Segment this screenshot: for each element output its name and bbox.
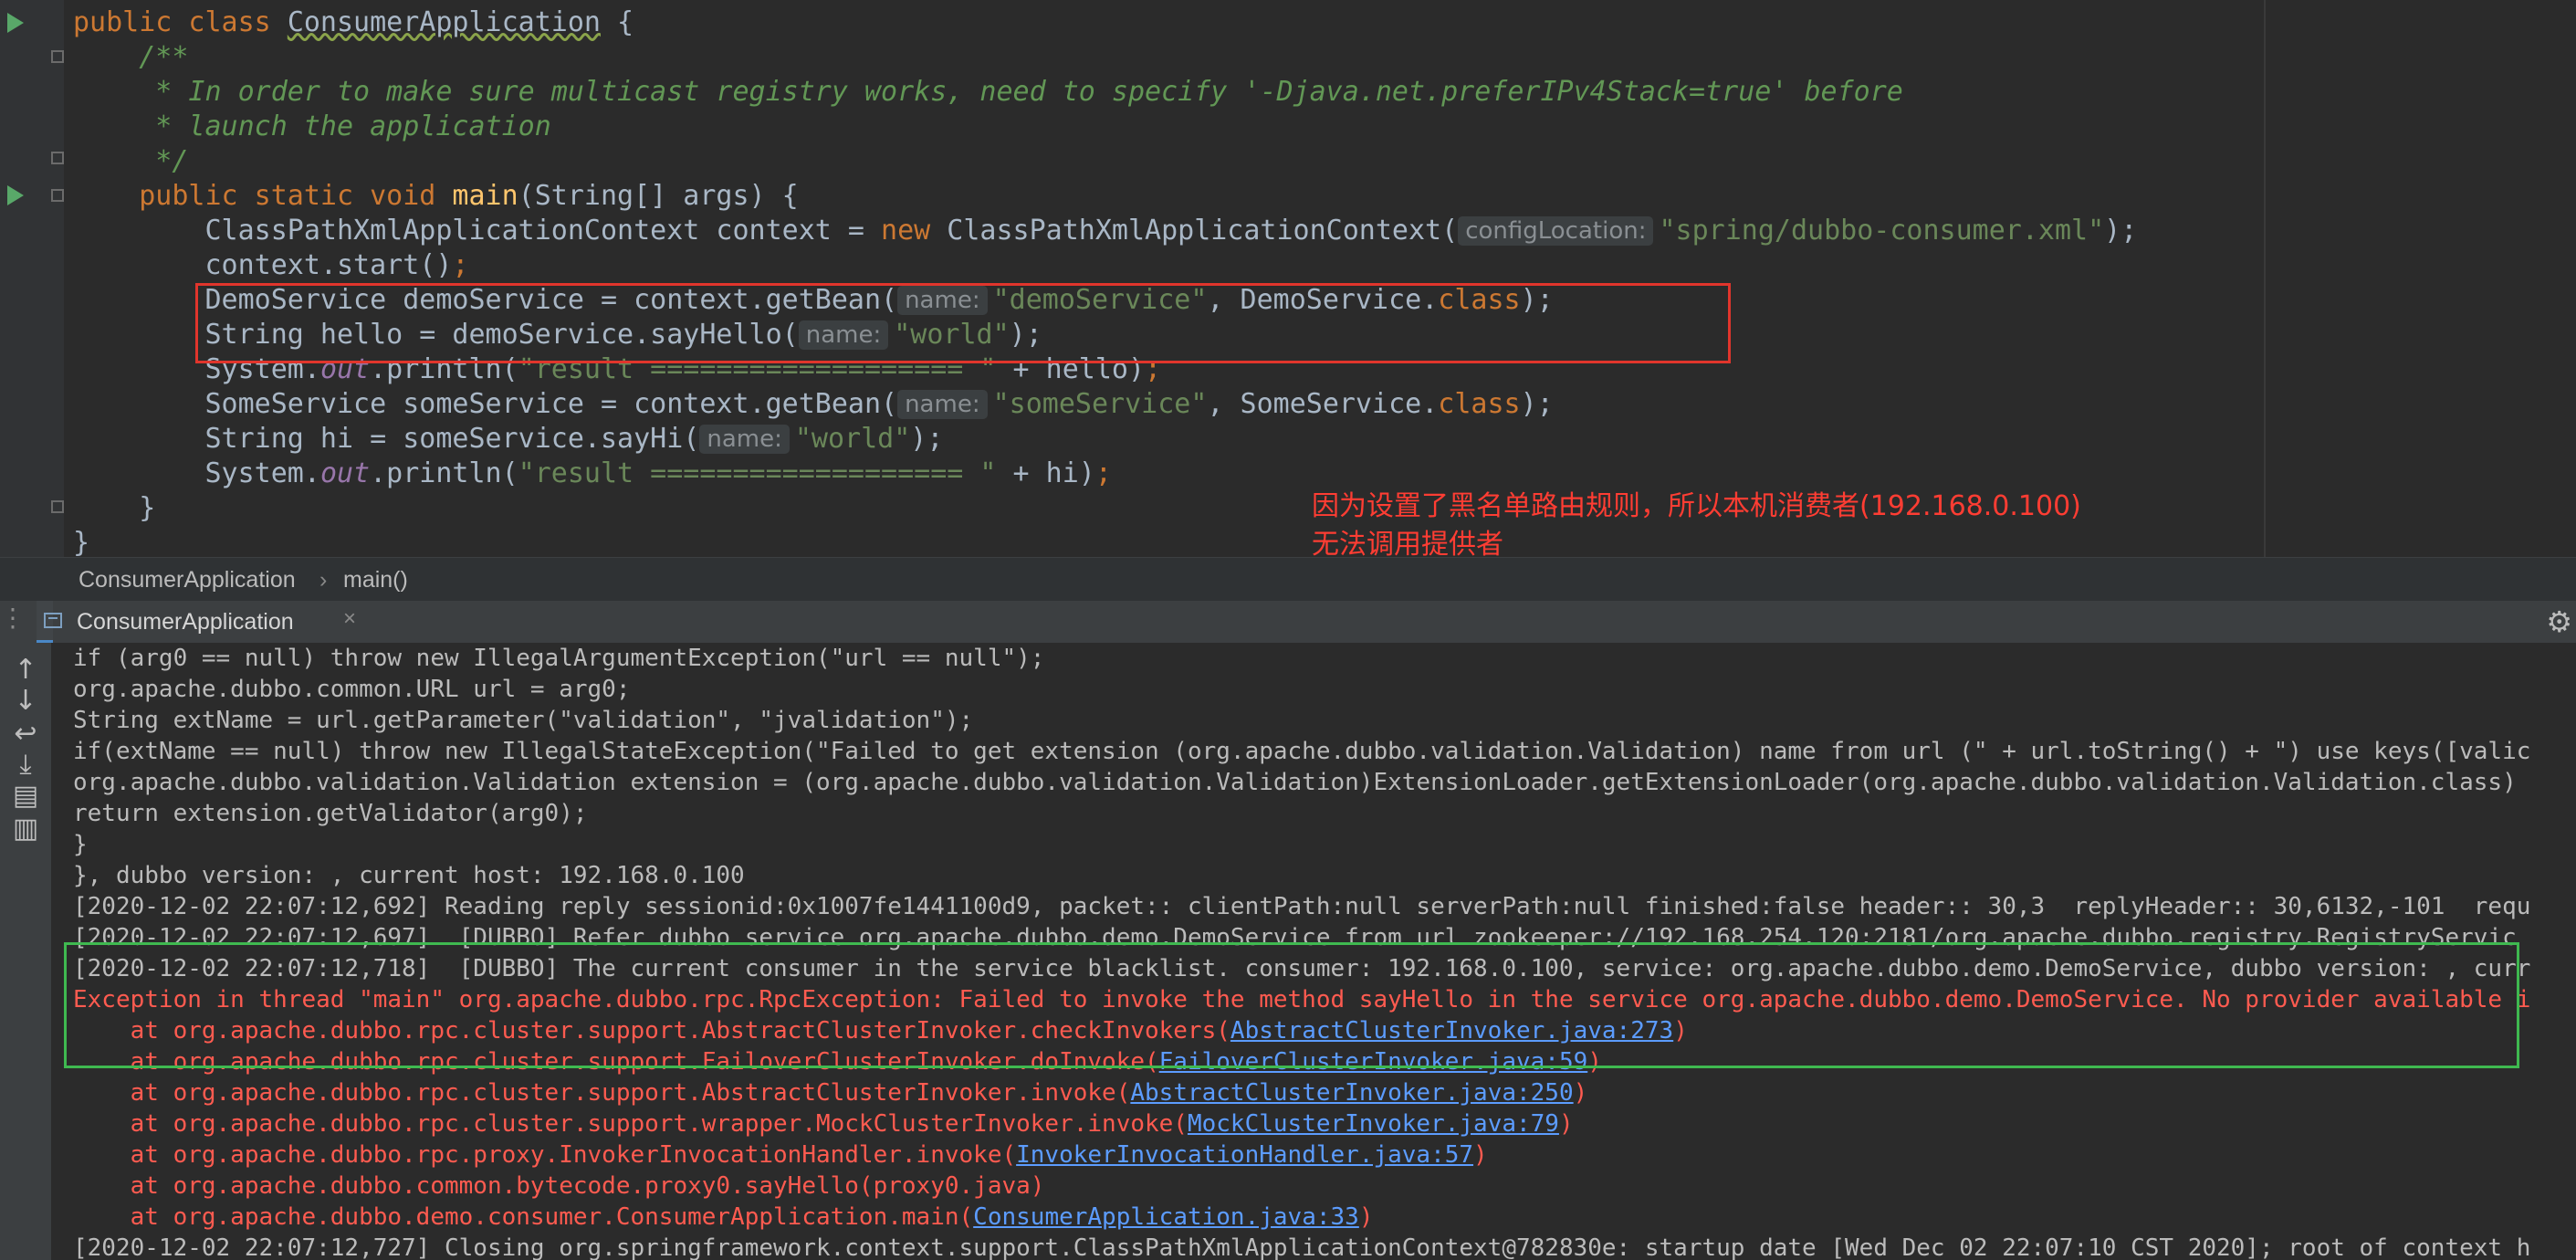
console-line: if(extName == null) throw new IllegalSta…	[73, 738, 2531, 765]
fold-icon[interactable]	[51, 500, 64, 513]
parameter-hint: name:	[699, 425, 790, 454]
breadcrumb: ConsumerApplication › main()	[0, 557, 2576, 603]
stack-frame: at org.apache.dubbo.common.bytecode.prox…	[73, 1172, 1045, 1200]
highlight-box-red	[195, 283, 1731, 363]
code-line-13[interactable]: String hi = someService.sayHi(name: "worl…	[73, 422, 943, 457]
breadcrumb-separator: ›	[319, 567, 328, 593]
editor-gutter	[0, 0, 64, 557]
stack-frame: at org.apache.dubbo.rpc.cluster.support.…	[73, 1110, 1574, 1138]
arrow-down-icon[interactable]: ↓	[9, 685, 42, 718]
close-icon[interactable]: ×	[343, 606, 356, 632]
stack-frame: at org.apache.dubbo.rpc.proxy.InvokerInv…	[73, 1141, 1488, 1169]
right-margin-guide	[2264, 0, 2266, 557]
console-line: org.apache.dubbo.validation.Validation e…	[73, 769, 2517, 796]
console-line: }	[73, 831, 88, 858]
code-line-8[interactable]: context.start();	[73, 248, 468, 283]
class-name: ConsumerApplication	[287, 6, 601, 38]
arrow-up-icon[interactable]: ↑	[9, 654, 42, 687]
console-line: return extension.getValidator(arg0);	[73, 800, 588, 827]
source-link[interactable]: MockClusterInvoker.java:79	[1188, 1110, 1559, 1138]
console-toolbar: ↑ ↓ ↩ ⤓ ▤ ▥	[0, 643, 51, 1260]
fold-icon[interactable]	[51, 152, 64, 164]
console-line: String extName = url.getParameter("valid…	[73, 707, 974, 734]
parameter-hint: name:	[897, 390, 988, 419]
run-tool-window-header: ⋮ ConsumerApplication × ⚙	[0, 601, 2576, 644]
console-line: }, dubbo version: , current host: 192.16…	[73, 862, 745, 889]
annotation-note: 因为设置了黑名单路由规则，所以本机消费者(192.168.0.100) 无法调用…	[1312, 490, 2081, 557]
code-line-4[interactable]: * launch the application	[73, 110, 551, 144]
run-class-icon[interactable]	[7, 13, 24, 33]
fold-icon[interactable]	[51, 189, 64, 202]
trash-icon[interactable]: ▥	[9, 813, 42, 845]
code-line-12[interactable]: SomeService someService = context.getBea…	[73, 387, 1553, 422]
code-line-6[interactable]: public static void main(String[] args) {	[73, 179, 798, 214]
code-line-16[interactable]: }	[73, 526, 89, 557]
code-line-15[interactable]: }	[73, 491, 155, 526]
console-line: org.apache.dubbo.common.URL url = arg0;	[73, 676, 631, 703]
code-line-7[interactable]: ClassPathXmlApplicationContext context =…	[73, 214, 2137, 248]
source-link[interactable]: InvokerInvocationHandler.java:57	[1016, 1141, 1473, 1169]
stack-frame: at org.apache.dubbo.demo.consumer.Consum…	[73, 1203, 1374, 1231]
code-line-2[interactable]: /**	[73, 40, 188, 75]
console-line: [2020-12-02 22:07:12,692] Reading reply …	[73, 893, 2531, 920]
console-output[interactable]: ↑ ↓ ↩ ⤓ ▤ ▥ if (arg0 == null) throw new …	[0, 643, 2576, 1260]
code-line-14[interactable]: System.out.println("result =============…	[73, 457, 1111, 491]
more-icon[interactable]: ⋮	[0, 603, 26, 633]
print-icon[interactable]: ▤	[9, 780, 42, 813]
scroll-to-end-icon[interactable]: ⤓	[9, 749, 42, 782]
breadcrumb-method[interactable]: main()	[343, 567, 408, 593]
code-editor[interactable]: public class ConsumerApplication { /** *…	[0, 0, 2576, 557]
code-line-3[interactable]: * In order to make sure multicast regist…	[73, 75, 1903, 110]
gear-icon[interactable]: ⚙	[2546, 604, 2572, 639]
soft-wrap-icon[interactable]: ↩	[9, 718, 42, 751]
console-icon	[44, 613, 62, 628]
source-link[interactable]: ConsumerApplication.java:33	[973, 1203, 1359, 1231]
tab-consumer-application[interactable]: ConsumerApplication ×	[37, 601, 356, 643]
source-link[interactable]: AbstractClusterInvoker.java:250	[1130, 1079, 1573, 1107]
run-main-icon[interactable]	[7, 185, 24, 205]
code-line-5[interactable]: */	[73, 144, 188, 179]
breadcrumb-class[interactable]: ConsumerApplication	[79, 567, 296, 593]
code-line-1[interactable]: public class ConsumerApplication {	[73, 5, 634, 40]
fold-icon[interactable]	[51, 50, 64, 63]
highlight-box-green	[64, 942, 2519, 1068]
console-line: [2020-12-02 22:07:12,727] Closing org.sp…	[73, 1234, 2531, 1260]
stack-frame: at org.apache.dubbo.rpc.cluster.support.…	[73, 1079, 1588, 1107]
parameter-hint: configLocation:	[1458, 216, 1654, 246]
console-line: if (arg0 == null) throw new IllegalArgum…	[73, 645, 1045, 672]
